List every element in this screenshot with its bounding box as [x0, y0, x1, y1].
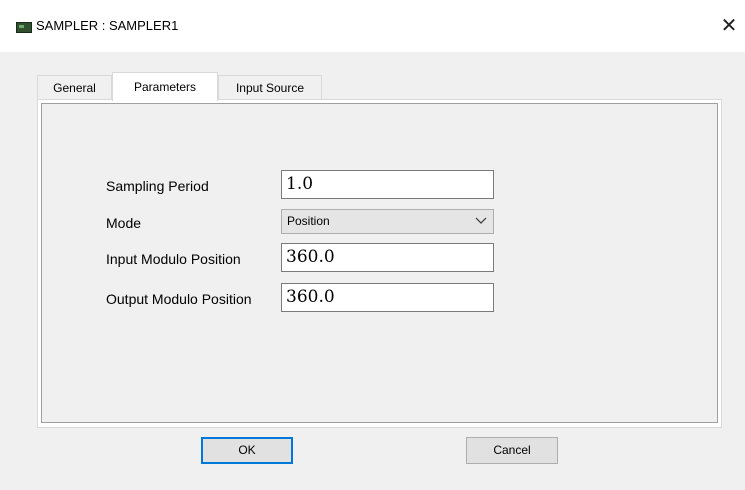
close-icon[interactable]: ✕: [716, 12, 742, 38]
tab-parameters[interactable]: Parameters: [112, 72, 218, 101]
output-modulo-label: Output Modulo Position: [106, 291, 252, 307]
cancel-button[interactable]: Cancel: [466, 437, 558, 464]
output-modulo-input[interactable]: 360.0: [281, 283, 494, 312]
mode-selected-value: Position: [287, 214, 330, 228]
window-title: SAMPLER : SAMPLER1: [36, 18, 179, 33]
tab-general[interactable]: General: [37, 75, 112, 99]
input-modulo-input[interactable]: 360.0: [281, 243, 494, 272]
input-modulo-label: Input Modulo Position: [106, 251, 241, 267]
mode-select[interactable]: Position: [281, 209, 494, 234]
ok-button[interactable]: OK: [201, 437, 293, 464]
mode-label: Mode: [106, 215, 142, 231]
app-icon: [16, 22, 32, 33]
title-bar: SAMPLER : SAMPLER1 ✕: [0, 0, 745, 52]
tab-input-source[interactable]: Input Source: [218, 75, 322, 99]
sampling-period-label: Sampling Period: [106, 178, 209, 194]
chevron-down-icon: [475, 217, 487, 224]
sampling-period-input[interactable]: 1.0: [281, 170, 494, 199]
